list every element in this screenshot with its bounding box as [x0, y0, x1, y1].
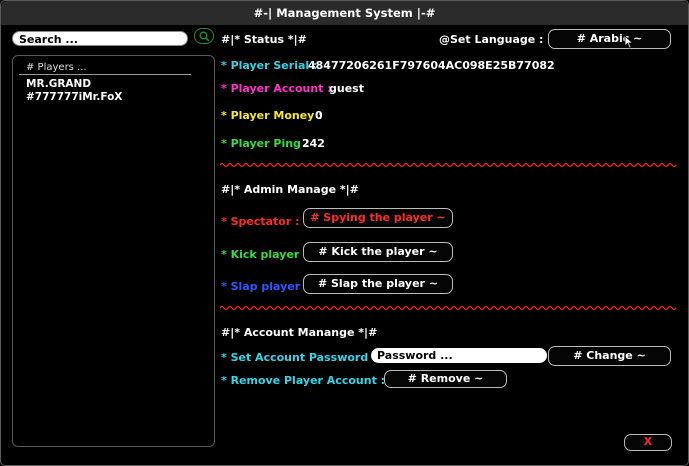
kick-button[interactable]: # Kick the player ~ — [303, 242, 453, 262]
ping-value: 242 — [302, 137, 325, 150]
window-title: #-| Management System |-# — [1, 1, 688, 25]
slap-button[interactable]: # Slap the player ~ — [303, 274, 453, 294]
remove-account-button[interactable]: # Remove ~ — [384, 370, 507, 388]
players-column-header: # Players ... — [26, 62, 87, 73]
account-value: guest — [329, 82, 364, 95]
set-language-label: @Set Language : — [439, 33, 544, 46]
remove-account-label: * Remove Player Account : — [221, 374, 386, 387]
list-divider — [19, 74, 191, 75]
players-list-panel — [12, 55, 215, 447]
money-value: 0 — [315, 109, 323, 122]
spectator-label: * Spectator : — [221, 215, 300, 228]
ping-label: * Player Ping : — [221, 137, 310, 150]
admin-heading: #|* Admin Manage *|# — [221, 183, 359, 196]
money-label: * Player Money : — [221, 109, 323, 122]
serial-label: * Player Serial : — [221, 59, 318, 72]
close-button[interactable]: X — [624, 434, 672, 451]
language-button[interactable]: # Arabic ~ — [548, 29, 671, 49]
mouse-cursor-icon — [624, 35, 634, 49]
search-input[interactable]: Search ... — [12, 31, 188, 46]
search-button[interactable] — [194, 28, 214, 44]
section-divider — [220, 162, 677, 168]
kick-label: * Kick player : — [221, 248, 308, 261]
search-icon — [199, 31, 210, 42]
account-heading: #|* Account Manange *|# — [221, 326, 378, 339]
player-list-item[interactable]: #777777iMr.FoX — [26, 91, 122, 103]
status-heading: #|* Status *|# — [221, 33, 307, 46]
serial-value: 48477206261F797604AC098E25B77082 — [308, 59, 555, 72]
slap-label: * Slap player : — [221, 280, 309, 293]
player-list-item[interactable]: MR.GRAND — [26, 78, 91, 90]
set-password-label: * Set Account Password : — [221, 351, 377, 364]
change-password-button[interactable]: # Change ~ — [548, 346, 671, 366]
password-input[interactable]: Password ... — [371, 348, 547, 363]
account-label: * Player Account : — [221, 82, 332, 95]
section-divider — [220, 305, 677, 311]
spectate-button[interactable]: # Spying the player ~ — [303, 208, 453, 228]
